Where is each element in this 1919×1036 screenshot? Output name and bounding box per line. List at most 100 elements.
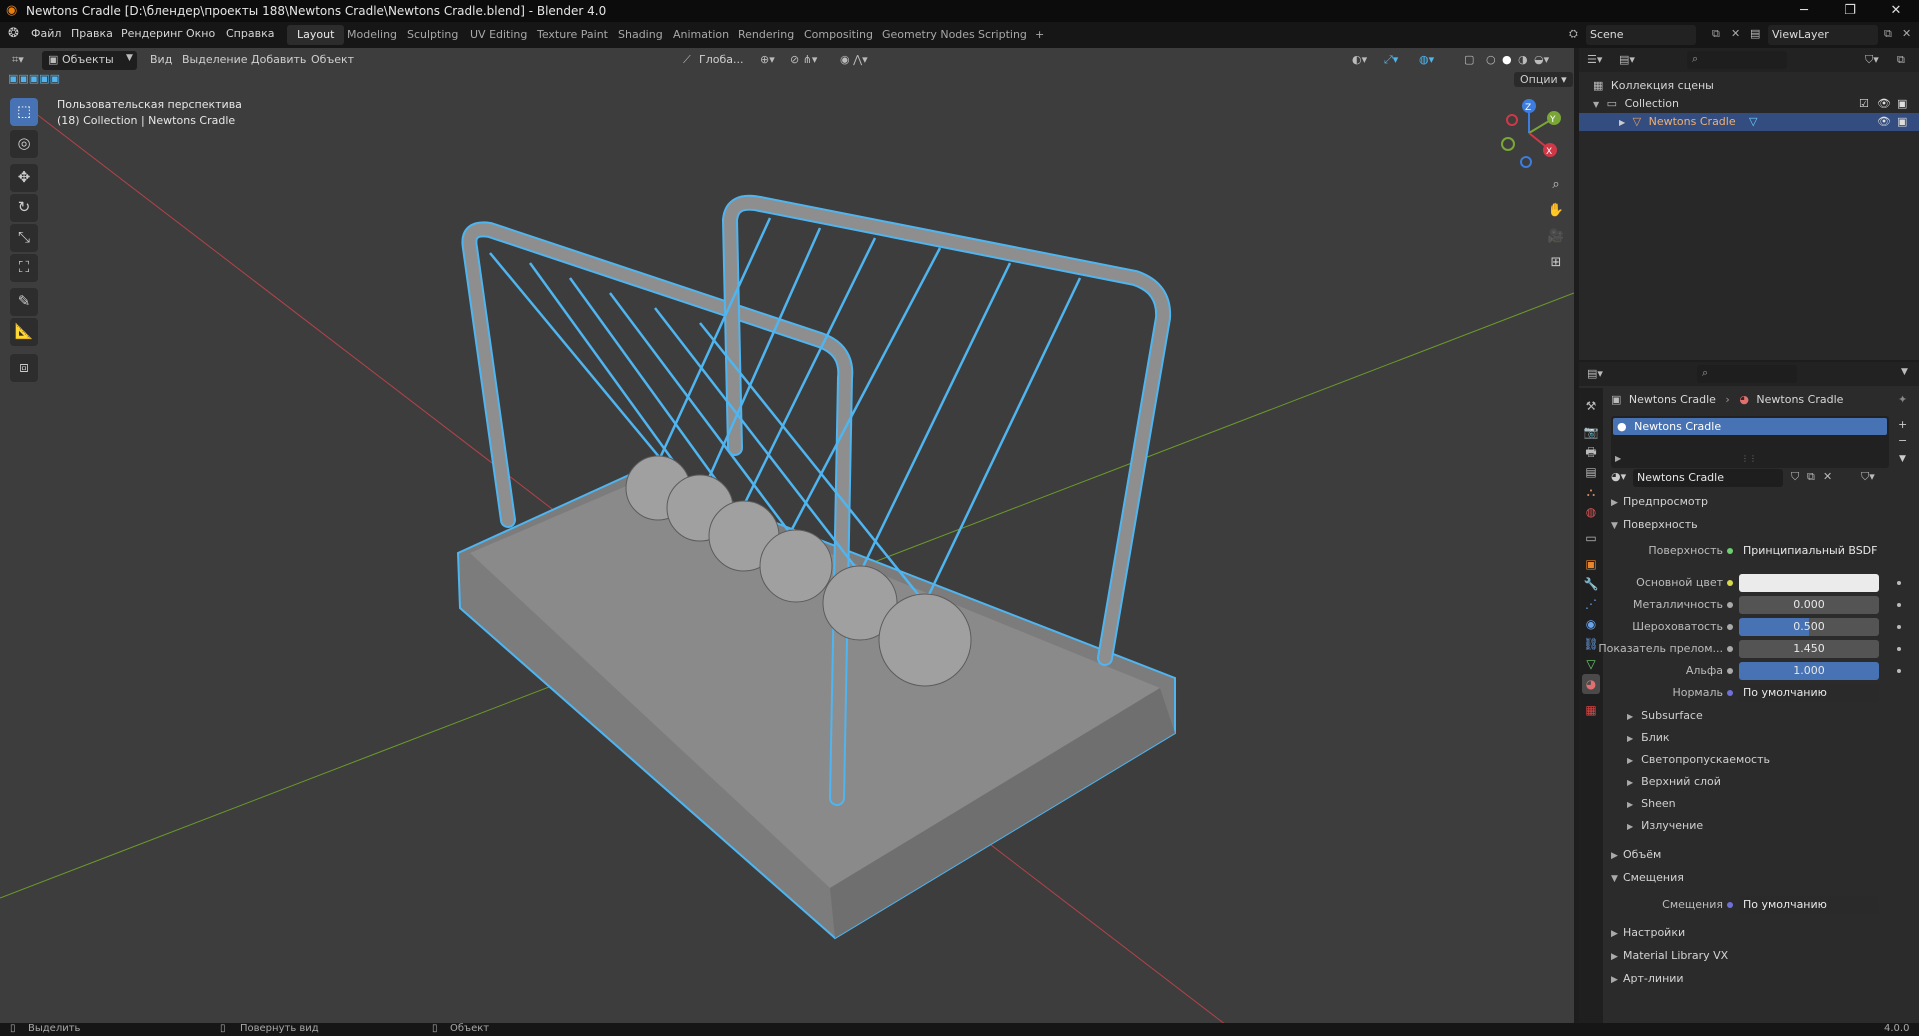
- material-shading-icon[interactable]: ◑: [1518, 53, 1528, 66]
- menu-select[interactable]: Выделение: [182, 53, 248, 66]
- view-layer-tab-icon[interactable]: ▤: [1582, 462, 1600, 482]
- roughness-field[interactable]: 0.500: [1739, 618, 1879, 636]
- material-slot-list[interactable]: ● Newtons Cradle ▶ ⋮⋮: [1611, 416, 1889, 468]
- duplicate-material-icon[interactable]: ⧉: [1807, 470, 1815, 484]
- pin-icon[interactable]: ✦: [1898, 393, 1907, 406]
- keyframe-dot-icon[interactable]: [1897, 603, 1901, 607]
- pan-hand-icon[interactable]: ✋: [1544, 199, 1568, 223]
- filter-icon[interactable]: ⛉▾: [1865, 53, 1879, 67]
- measure-tool[interactable]: 📐: [10, 318, 38, 346]
- object-tab-icon[interactable]: ▣: [1582, 554, 1600, 574]
- ortho-toggle-icon[interactable]: ⊞: [1544, 251, 1568, 275]
- minimize-button[interactable]: ─: [1781, 0, 1827, 22]
- transform-orientation[interactable]: Глоба...: [699, 53, 743, 66]
- section-volume[interactable]: ▶ Объём: [1611, 845, 1911, 865]
- surface-shader-field[interactable]: Принципиальный BSDF: [1739, 542, 1879, 560]
- section-material-library[interactable]: ▶ Material Library VX: [1611, 946, 1911, 966]
- base-color-swatch[interactable]: [1739, 574, 1879, 592]
- tab-scripting[interactable]: Scripting: [968, 25, 1037, 45]
- ior-field[interactable]: 1.450: [1739, 640, 1879, 658]
- gizmo-toggle-icon[interactable]: ⤢▾: [1384, 53, 1398, 67]
- menu-edit[interactable]: Правка: [71, 27, 113, 40]
- unlink-material-icon[interactable]: ✕: [1823, 470, 1832, 483]
- remove-slot-icon[interactable]: −: [1898, 434, 1907, 447]
- render-tab-icon[interactable]: 📷: [1582, 422, 1600, 442]
- eye-icon[interactable]: 👁: [1877, 113, 1891, 131]
- editor-type-icon[interactable]: ⌗▾: [12, 53, 24, 67]
- material-filter-icon[interactable]: ⛉▾: [1861, 470, 1875, 484]
- metallic-field[interactable]: 0.000: [1739, 596, 1879, 614]
- rotate-tool[interactable]: ↻: [10, 194, 38, 222]
- camera-icon[interactable]: ▣: [1897, 95, 1907, 113]
- delete-scene-icon[interactable]: ✕: [1731, 27, 1740, 40]
- new-view-layer-icon[interactable]: ⧉: [1884, 27, 1892, 41]
- viewport-scene[interactable]: [0, 48, 1574, 1023]
- menu-render[interactable]: Рендеринг: [121, 27, 183, 40]
- expand-arrow-icon[interactable]: ▶: [1619, 118, 1625, 127]
- select-mode-icons[interactable]: ▣▣▣▣▣: [8, 72, 60, 85]
- add-cube-tool[interactable]: ⧈: [10, 354, 38, 382]
- physics-tab-icon[interactable]: ◉: [1582, 614, 1600, 634]
- collection-tab-icon[interactable]: ▭: [1582, 528, 1600, 548]
- outliner-row-scene-collection[interactable]: ▦ Коллекция сцены: [1579, 77, 1919, 95]
- fake-user-icon[interactable]: ⛉: [1791, 470, 1799, 484]
- tab-layout[interactable]: Layout: [287, 25, 345, 45]
- camera-view-icon[interactable]: 🎥: [1544, 225, 1568, 249]
- subsection-transmission[interactable]: ▶ Светопропускаемость: [1627, 751, 1897, 769]
- texture-tab-icon[interactable]: ▦: [1582, 700, 1600, 720]
- modifier-tab-icon[interactable]: 🔧: [1582, 574, 1600, 594]
- display-mode-icon[interactable]: ▤▾: [1619, 53, 1635, 66]
- visibility-icon[interactable]: ◐▾: [1352, 53, 1367, 66]
- section-settings[interactable]: ▶ Настройки: [1611, 923, 1911, 943]
- tab-uv-editing[interactable]: UV Editing: [460, 25, 537, 45]
- keyframe-dot-icon[interactable]: [1897, 647, 1901, 651]
- browse-material-icon[interactable]: ◕▾: [1611, 470, 1626, 483]
- section-line-art[interactable]: ▶ Арт-линии: [1611, 969, 1911, 989]
- particles-tab-icon[interactable]: ⋰: [1582, 594, 1600, 614]
- scene-tab-icon[interactable]: ⛬: [1582, 482, 1600, 502]
- outliner-row-collection[interactable]: ▼ ▭ Collection ☑ 👁 ▣: [1579, 95, 1919, 113]
- camera-icon[interactable]: ▣: [1897, 113, 1907, 131]
- delete-view-layer-icon[interactable]: ✕: [1902, 27, 1911, 40]
- subsection-specular[interactable]: ▶ Блик: [1627, 729, 1897, 747]
- menu-object[interactable]: Объект: [311, 53, 354, 66]
- 3d-viewport[interactable]: ⌗▾ ▣ Объекты ▼ Вид Выделение Добавить Об…: [0, 48, 1574, 1023]
- navigation-gizmo[interactable]: Z Y X: [1494, 98, 1564, 168]
- tool-tab-icon[interactable]: ⚒: [1582, 396, 1600, 416]
- maximize-button[interactable]: ❐: [1827, 0, 1873, 22]
- material-slot-item[interactable]: ● Newtons Cradle: [1613, 418, 1887, 435]
- normal-field[interactable]: По умолчанию: [1739, 684, 1879, 702]
- subsection-subsurface[interactable]: ▶ Subsurface: [1627, 707, 1897, 725]
- proportional-edit-icon[interactable]: ◉ ⋀▾: [840, 53, 868, 66]
- transform-tool[interactable]: ⛶: [10, 254, 38, 282]
- menu-window[interactable]: Окно: [186, 27, 215, 40]
- section-surface[interactable]: ▼ Поверхность: [1611, 515, 1911, 535]
- outliner-editor-icon[interactable]: ☰▾: [1587, 53, 1602, 66]
- overlay-toggle-icon[interactable]: ◍▾: [1419, 53, 1434, 66]
- rendered-shading-icon[interactable]: ◒▾: [1534, 53, 1549, 66]
- mesh-data-icon[interactable]: ▽: [1749, 113, 1757, 131]
- add-slot-icon[interactable]: +: [1898, 418, 1907, 431]
- world-tab-icon[interactable]: ◍: [1582, 502, 1600, 522]
- add-workspace-button[interactable]: +: [1029, 25, 1050, 45]
- section-displacement[interactable]: ▼ Смещения: [1611, 868, 1911, 888]
- blender-menu-icon[interactable]: ❂: [8, 26, 19, 41]
- output-tab-icon[interactable]: 🖶: [1582, 442, 1600, 462]
- close-button[interactable]: ✕: [1873, 0, 1919, 22]
- slot-menu-icon[interactable]: ▼: [1899, 454, 1906, 464]
- menu-add[interactable]: Добавить: [251, 53, 306, 66]
- select-box-tool[interactable]: ⬚: [10, 98, 38, 126]
- keyframe-dot-icon[interactable]: [1897, 625, 1901, 629]
- eye-icon[interactable]: 👁: [1877, 95, 1891, 113]
- subsection-emission[interactable]: ▶ Излучение: [1627, 817, 1897, 835]
- alpha-field[interactable]: 1.000: [1739, 662, 1879, 680]
- cursor-tool[interactable]: ◎: [10, 130, 38, 158]
- expand-arrow-icon[interactable]: ▼: [1593, 100, 1599, 109]
- menu-help[interactable]: Справка: [226, 27, 274, 40]
- material-name-field[interactable]: Newtons Cradle: [1633, 469, 1783, 487]
- keyframe-dot-icon[interactable]: [1897, 669, 1901, 673]
- scale-tool[interactable]: ⤡: [10, 224, 38, 252]
- menu-file[interactable]: Файл: [31, 27, 61, 40]
- tab-texture-paint[interactable]: Texture Paint: [527, 25, 618, 45]
- displacement-field[interactable]: По умолчанию: [1739, 896, 1879, 914]
